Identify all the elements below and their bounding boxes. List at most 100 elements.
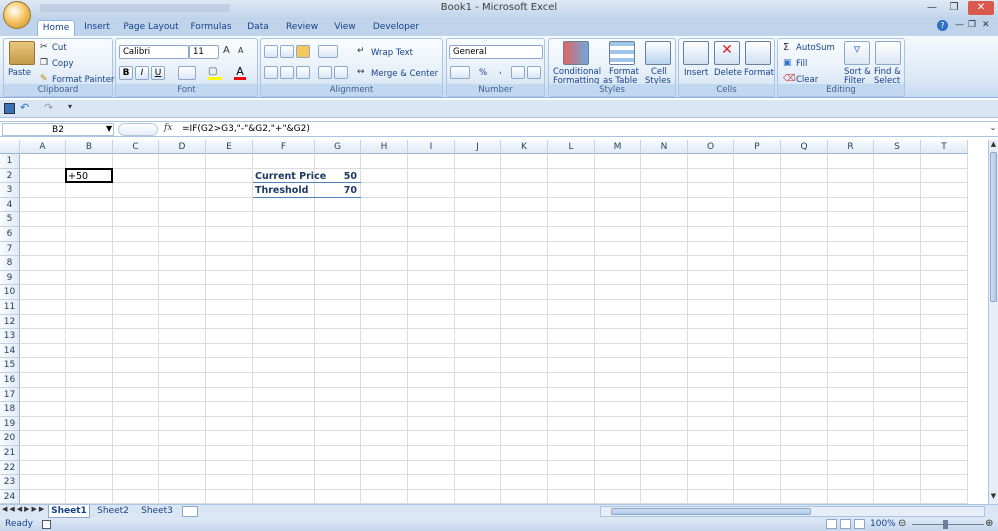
row-header-23[interactable]: 23 bbox=[0, 475, 20, 490]
row-header-18[interactable]: 18 bbox=[0, 402, 20, 417]
cell-g2[interactable]: 50 bbox=[315, 171, 357, 182]
column-header-g[interactable]: G bbox=[315, 140, 361, 154]
sheet-tab-sheet1[interactable]: Sheet1 bbox=[48, 505, 90, 518]
column-header-j[interactable]: J bbox=[455, 140, 501, 154]
scroll-thumb[interactable] bbox=[990, 152, 997, 302]
column-header-l[interactable]: L bbox=[548, 140, 595, 154]
column-header-b[interactable]: B bbox=[66, 140, 113, 154]
column-header-e[interactable]: E bbox=[206, 140, 253, 154]
zoom-out-icon[interactable]: ⊝ bbox=[898, 518, 906, 529]
column-header-t[interactable]: T bbox=[921, 140, 968, 154]
orientation-icon[interactable] bbox=[318, 45, 338, 58]
align-right-icon[interactable] bbox=[296, 66, 310, 79]
row-header-13[interactable]: 13 bbox=[0, 329, 20, 344]
row-header-7[interactable]: 7 bbox=[0, 241, 20, 257]
ribbon-minimize-icon[interactable]: — bbox=[955, 20, 964, 30]
tab-insert[interactable]: Insert bbox=[80, 20, 114, 36]
decrease-decimal-icon[interactable] bbox=[527, 66, 541, 79]
column-header-o[interactable]: O bbox=[688, 140, 734, 154]
tab-view[interactable]: View bbox=[330, 20, 360, 36]
fx-icon[interactable]: fx bbox=[164, 123, 172, 133]
page-layout-view-icon[interactable] bbox=[840, 519, 851, 529]
sheet-tab-sheet2[interactable]: Sheet2 bbox=[92, 505, 134, 518]
row-header-10[interactable]: 10 bbox=[0, 285, 20, 300]
column-header-m[interactable]: M bbox=[595, 140, 641, 154]
increase-decimal-icon[interactable] bbox=[511, 66, 525, 79]
bold-button[interactable]: B bbox=[119, 66, 133, 80]
column-header-a[interactable]: A bbox=[20, 140, 66, 154]
font-name-select[interactable]: Calibri bbox=[119, 45, 189, 59]
autosum-button[interactable]: AutoSum bbox=[796, 43, 835, 53]
row-header-22[interactable]: 22 bbox=[0, 460, 20, 476]
row-header-9[interactable]: 9 bbox=[0, 270, 20, 286]
column-header-d[interactable]: D bbox=[159, 140, 206, 154]
normal-view-icon[interactable] bbox=[826, 519, 837, 529]
column-header-k[interactable]: K bbox=[501, 140, 548, 154]
wrap-text-button[interactable]: Wrap Text bbox=[371, 48, 413, 58]
macro-record-icon[interactable] bbox=[42, 520, 51, 529]
row-header-19[interactable]: 19 bbox=[0, 416, 20, 432]
number-format-select[interactable]: General bbox=[449, 45, 543, 59]
tab-review[interactable]: Review bbox=[282, 20, 322, 36]
cut-button[interactable]: Cut bbox=[52, 43, 67, 53]
undo-icon[interactable]: ↶ bbox=[20, 101, 29, 114]
row-header-12[interactable]: 12 bbox=[0, 314, 20, 330]
percent-button[interactable]: % bbox=[479, 68, 487, 78]
column-header-r[interactable]: R bbox=[828, 140, 874, 154]
cell-g3[interactable]: 70 bbox=[315, 185, 357, 196]
underline-button[interactable]: U bbox=[151, 66, 165, 80]
row-header-2[interactable]: 2 bbox=[0, 168, 20, 184]
page-break-view-icon[interactable] bbox=[854, 519, 865, 529]
customize-qat-icon[interactable]: ▾ bbox=[68, 102, 72, 111]
tab-formulas[interactable]: Formulas bbox=[188, 20, 234, 36]
fill-button[interactable]: Fill bbox=[796, 59, 807, 69]
column-header-q[interactable]: Q bbox=[781, 140, 828, 154]
hscroll-thumb[interactable] bbox=[611, 508, 811, 515]
align-center-icon[interactable] bbox=[280, 66, 294, 79]
row-header-21[interactable]: 21 bbox=[0, 446, 20, 461]
row-header-1[interactable]: 1 bbox=[0, 154, 20, 169]
copy-button[interactable]: Copy bbox=[52, 59, 74, 69]
comma-button[interactable]: , bbox=[499, 66, 502, 76]
row-header-16[interactable]: 16 bbox=[0, 373, 20, 388]
currency-icon[interactable] bbox=[450, 66, 470, 79]
column-header-p[interactable]: P bbox=[734, 140, 781, 154]
select-all-corner[interactable] bbox=[0, 140, 20, 154]
row-header-24[interactable]: 24 bbox=[0, 489, 20, 504]
horizontal-scrollbar[interactable] bbox=[600, 506, 985, 517]
fill-color-icon[interactable]: ▢ bbox=[208, 66, 222, 80]
font-color-icon[interactable]: A bbox=[234, 65, 246, 80]
column-header-f[interactable]: F bbox=[253, 140, 315, 154]
name-box-dropdown-icon[interactable]: ▼ bbox=[106, 124, 112, 133]
insert-cells-button[interactable]: Insert bbox=[684, 68, 708, 78]
name-box[interactable]: B2 bbox=[2, 123, 114, 136]
row-header-5[interactable]: 5 bbox=[0, 212, 20, 227]
worksheet-grid[interactable]: A B C D E F G H I J K L M N O P Q R S T 1 2 3 4 5 6 7 8 9 10 11 12 13 14 1… bbox=[0, 140, 988, 504]
merge-center-button[interactable]: Merge & Center bbox=[371, 69, 438, 79]
shrink-font-icon[interactable]: A bbox=[238, 46, 243, 55]
paste-button[interactable]: Paste bbox=[8, 68, 31, 78]
sheet-nav-icons[interactable]: ◀◀◀▶▶▶ bbox=[2, 505, 46, 513]
format-cells-button[interactable]: Format bbox=[744, 68, 774, 78]
align-middle-icon[interactable] bbox=[280, 45, 294, 58]
save-icon[interactable] bbox=[4, 103, 15, 114]
zoom-level[interactable]: 100% bbox=[870, 519, 896, 529]
tab-home[interactable]: Home bbox=[37, 20, 75, 36]
insert-sheet-icon[interactable] bbox=[182, 506, 198, 517]
office-button[interactable] bbox=[3, 1, 31, 29]
minimize-button[interactable]: — bbox=[922, 1, 942, 15]
zoom-in-icon[interactable]: ⊕ bbox=[985, 518, 993, 529]
cell-f3[interactable]: Threshold bbox=[255, 185, 308, 196]
column-header-i[interactable]: I bbox=[408, 140, 455, 154]
paste-icon[interactable] bbox=[9, 41, 35, 65]
row-header-15[interactable]: 15 bbox=[0, 358, 20, 373]
vertical-scrollbar[interactable]: ▲ ▼ bbox=[988, 140, 998, 504]
row-header-8[interactable]: 8 bbox=[0, 256, 20, 271]
borders-icon[interactable] bbox=[178, 66, 196, 80]
row-header-4[interactable]: 4 bbox=[0, 197, 20, 213]
restore-button[interactable]: ❐ bbox=[944, 1, 964, 15]
help-icon[interactable]: ? bbox=[937, 20, 948, 31]
delete-cells-button[interactable]: Delete bbox=[714, 68, 742, 78]
grow-font-icon[interactable]: A bbox=[223, 45, 230, 56]
font-size-select[interactable]: 11 bbox=[189, 45, 219, 59]
